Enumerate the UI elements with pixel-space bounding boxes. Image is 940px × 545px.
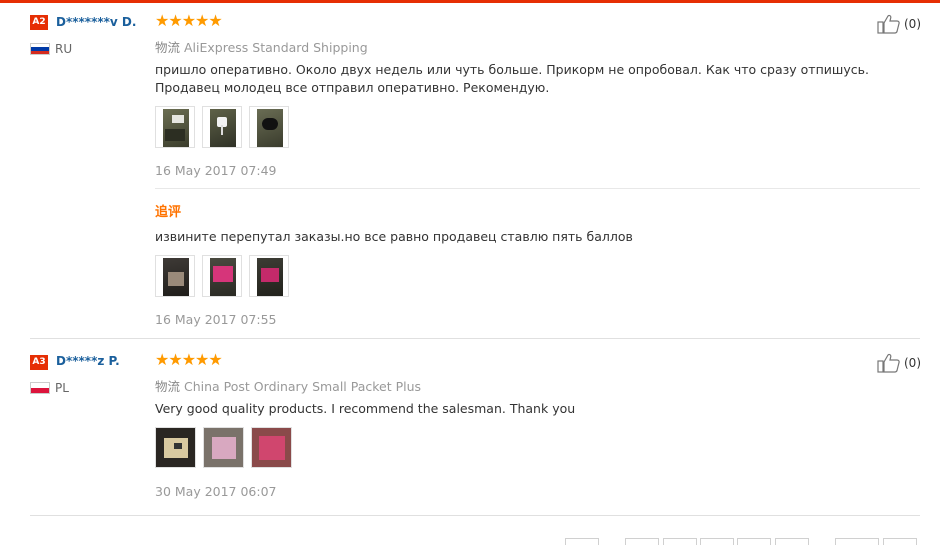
shipping-info: 物流 China Post Ordinary Small Packet Plus — [155, 376, 421, 395]
review-text: Very good quality products. I recommend … — [155, 401, 576, 416]
review-date: 16 May 2017 07:49 — [155, 163, 277, 178]
followup-divider — [155, 188, 920, 189]
like-count: (0) — [904, 17, 921, 31]
pagination — [0, 538, 940, 545]
followup-photo-thumbnail[interactable] — [249, 255, 289, 297]
review-text: пришло оперативно. Около двух недель или… — [155, 62, 869, 95]
shipping-method: AliExpress Standard Shipping — [184, 40, 368, 55]
review-photo-thumbnail[interactable] — [155, 106, 195, 148]
user-name[interactable]: D*****z P. — [56, 354, 120, 368]
top-accent-line — [0, 0, 940, 3]
followup-photos — [155, 255, 296, 297]
review-date: 30 May 2017 06:07 — [155, 484, 277, 499]
like-button[interactable]: (0) — [877, 353, 921, 373]
shipping-method: China Post Ordinary Small Packet Plus — [184, 379, 422, 394]
review-photos — [155, 427, 299, 468]
like-count: (0) — [904, 356, 921, 370]
like-button[interactable]: (0) — [877, 14, 921, 34]
review-divider — [30, 515, 920, 516]
review-photo-thumbnail[interactable] — [203, 427, 244, 468]
user-name[interactable]: D*******v D. — [56, 15, 136, 29]
user-level-badge: A2 — [30, 15, 48, 30]
followup-photo-thumbnail[interactable] — [202, 255, 242, 297]
review-photo-thumbnail[interactable] — [249, 106, 289, 148]
thumbs-up-icon — [877, 353, 900, 373]
russia-flag-icon — [30, 43, 50, 55]
user-country: RU — [55, 42, 73, 56]
user-level-badge: A3 — [30, 355, 48, 370]
review-divider — [30, 338, 920, 339]
thumbs-up-icon — [877, 14, 900, 34]
followup-text: извините перепутал заказы.но все равно п… — [155, 229, 633, 244]
review-photos — [155, 106, 296, 148]
review-photo-thumbnail[interactable] — [251, 427, 292, 468]
star-rating: ★★★★★ — [155, 11, 223, 30]
review-photo-thumbnail[interactable] — [155, 427, 196, 468]
star-rating: ★★★★★ — [155, 350, 223, 369]
followup-title: 追评 — [155, 205, 182, 220]
followup-photo-thumbnail[interactable] — [155, 255, 195, 297]
review-photo-thumbnail[interactable] — [202, 106, 242, 148]
user-country: PL — [55, 381, 69, 395]
poland-flag-icon — [30, 382, 50, 394]
followup-date: 16 May 2017 07:55 — [155, 312, 277, 327]
shipping-label: 物流 — [155, 379, 181, 394]
shipping-info: 物流 AliExpress Standard Shipping — [155, 37, 368, 56]
shipping-label: 物流 — [155, 40, 181, 55]
